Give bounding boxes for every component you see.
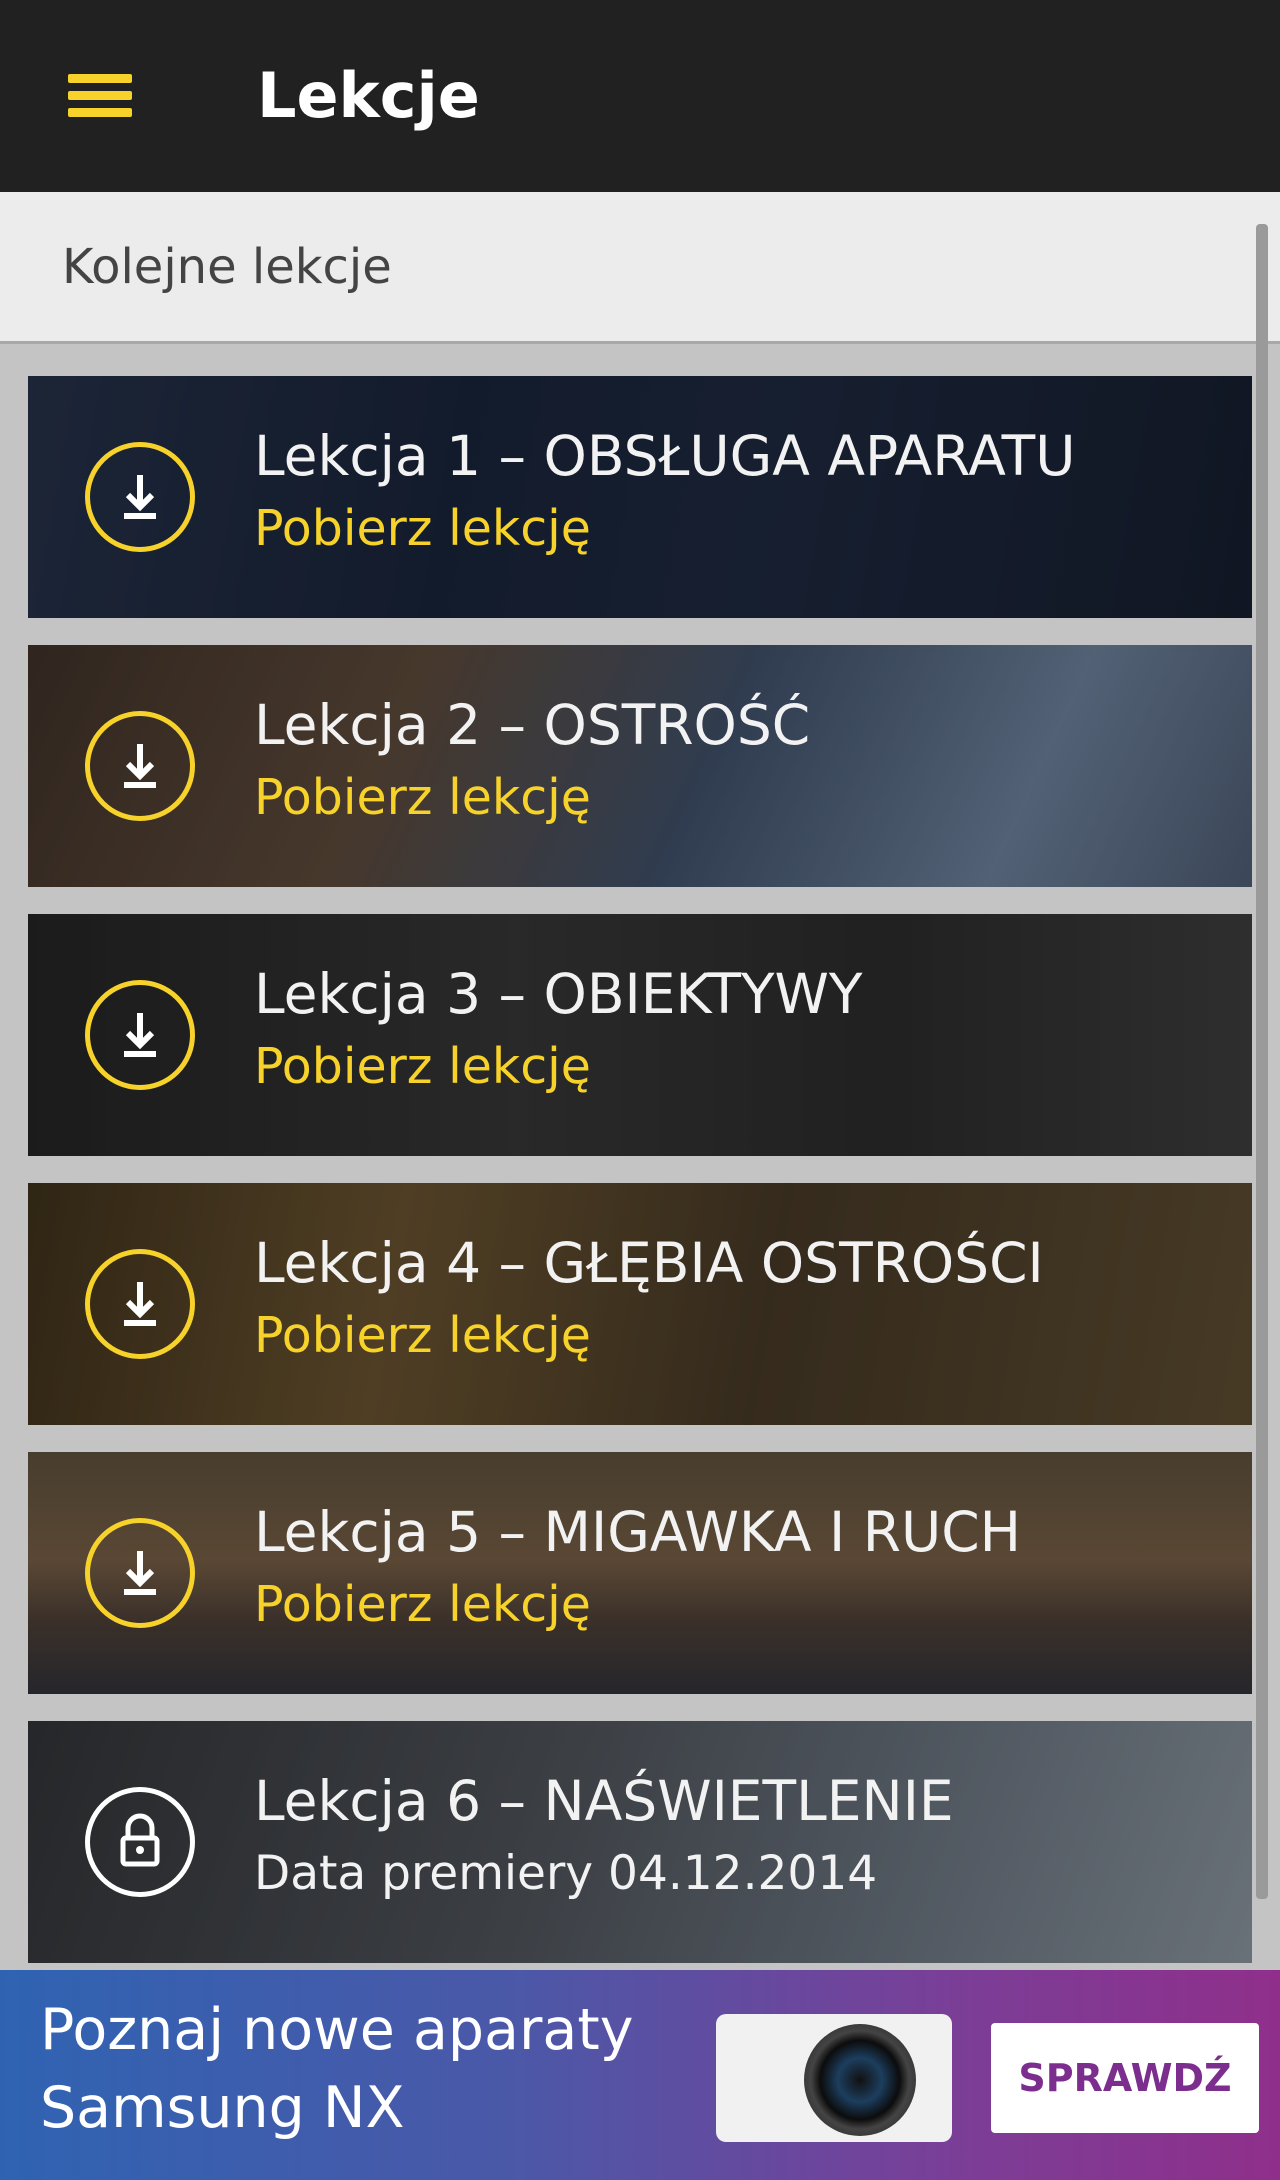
lesson-card-5[interactable]: Lekcja 5 – MIGAWKA I RUCH Pobierz lekcję (28, 1452, 1252, 1694)
ad-banner[interactable]: Poznaj nowe aparaty Samsung NX SPRAWDŹ (0, 1970, 1280, 2180)
lesson-card-2[interactable]: Lekcja 2 – OSTROŚĆ Pobierz lekcję (28, 645, 1252, 887)
camera-image (716, 2014, 952, 2142)
download-lesson-link[interactable]: Pobierz lekcję (254, 1301, 591, 1371)
lesson-card-1[interactable]: Lekcja 1 – OBSŁUGA APARATU Pobierz lekcj… (28, 376, 1252, 618)
download-lesson-link[interactable]: Pobierz lekcję (254, 763, 591, 833)
lesson-title: Lekcja 2 – OSTROŚĆ (254, 693, 811, 757)
app-bar: Lekcje (0, 0, 1280, 192)
scrollbar[interactable] (1256, 224, 1268, 1899)
ad-headline: Poznaj nowe aparaty (40, 1997, 634, 2063)
section-header-label: Kolejne lekcje (62, 239, 392, 295)
download-icon[interactable] (85, 1249, 195, 1359)
check-button[interactable]: SPRAWDŹ (991, 2023, 1259, 2133)
lesson-title: Lekcja 3 – OBIEKTYWY (254, 962, 863, 1026)
lesson-card-6[interactable]: Lekcja 6 – NAŚWIETLENIE Data premiery 04… (28, 1721, 1252, 1963)
lesson-card-3[interactable]: Lekcja 3 – OBIEKTYWY Pobierz lekcję (28, 914, 1252, 1156)
hamburger-menu-icon[interactable] (56, 60, 144, 130)
download-lesson-link[interactable]: Pobierz lekcję (254, 494, 591, 564)
premiere-date: Data premiery 04.12.2014 (254, 1846, 878, 1901)
section-header: Kolejne lekcje (0, 192, 1280, 344)
download-icon[interactable] (85, 711, 195, 821)
lesson-title: Lekcja 5 – MIGAWKA I RUCH (254, 1500, 1021, 1564)
page-title: Lekcje (257, 59, 480, 132)
lesson-title: Lekcja 4 – GŁĘBIA OSTROŚCI (254, 1231, 1044, 1295)
lesson-title: Lekcja 6 – NAŚWIETLENIE (254, 1769, 954, 1833)
ad-headline-brand: Samsung NX (40, 2075, 405, 2141)
download-lesson-link[interactable]: Pobierz lekcję (254, 1032, 591, 1102)
lock-icon (85, 1787, 195, 1897)
lesson-title: Lekcja 1 – OBSŁUGA APARATU (254, 424, 1076, 488)
download-icon[interactable] (85, 980, 195, 1090)
download-lesson-link[interactable]: Pobierz lekcję (254, 1570, 591, 1640)
download-icon[interactable] (85, 1518, 195, 1628)
lesson-card-4[interactable]: Lekcja 4 – GŁĘBIA OSTROŚCI Pobierz lekcj… (28, 1183, 1252, 1425)
download-icon[interactable] (85, 442, 195, 552)
